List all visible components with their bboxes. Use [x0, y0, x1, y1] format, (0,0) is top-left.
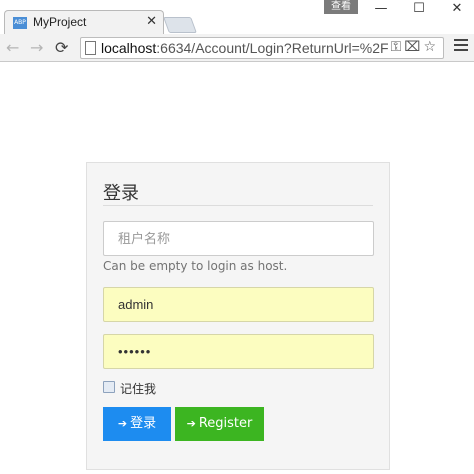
tab-close-icon[interactable]: ✕: [146, 14, 157, 29]
address-bar[interactable]: localhost:6634/Account/Login?ReturnUrl=%…: [80, 37, 444, 59]
key-translate-star-icons[interactable]: ⚿⌧☆: [391, 39, 439, 55]
user-badge[interactable]: 查看: [324, 0, 358, 14]
register-button-label: Register: [198, 416, 253, 431]
minimize-button[interactable]: —: [364, 0, 398, 18]
browser-tab[interactable]: ABP MyProject ✕: [4, 10, 164, 34]
browser-chrome: ABP MyProject ✕ 查看 — ☐ ✕ ← → ⟳ localhost…: [0, 0, 474, 62]
sign-in-icon: ➔: [117, 417, 128, 430]
login-card: 登录 租户名称 Can be empty to login as host. a…: [86, 162, 390, 470]
sign-in-icon: ➔: [186, 417, 196, 430]
url-host: localhost: [101, 40, 157, 56]
menu-icon[interactable]: [454, 39, 468, 53]
forward-arrow-icon[interactable]: →: [30, 39, 43, 57]
password-input[interactable]: ••••••: [103, 334, 374, 369]
browser-toolbar: ← → ⟳ localhost:6634/Account/Login?Retur…: [0, 34, 474, 62]
tab-title: MyProject: [33, 15, 87, 29]
login-title: 登录: [103, 183, 139, 204]
title-bar: ABP MyProject ✕ 查看 — ☐ ✕: [0, 0, 474, 34]
close-window-button[interactable]: ✕: [440, 0, 474, 18]
page-icon: [85, 41, 96, 55]
url-text[interactable]: localhost:6634/Account/Login?ReturnUrl=%…: [101, 40, 389, 56]
register-button[interactable]: ➔ Register: [175, 407, 264, 441]
reload-icon[interactable]: ⟳: [55, 39, 68, 57]
new-tab-button[interactable]: [163, 17, 197, 33]
login-button-label: 登录: [130, 416, 157, 431]
remember-me-label[interactable]: 记住我: [120, 380, 156, 397]
tenant-name-input[interactable]: 租户名称: [103, 221, 374, 256]
tenant-help-text: Can be empty to login as host.: [103, 259, 288, 273]
username-input[interactable]: admin: [103, 287, 374, 322]
abp-favicon-icon: ABP: [13, 17, 27, 29]
title-divider: [103, 205, 373, 206]
remember-me-checkbox[interactable]: [103, 381, 115, 393]
back-arrow-icon[interactable]: ←: [6, 39, 19, 57]
url-path: :6634/Account/Login?ReturnUrl=%2F: [156, 40, 389, 56]
maximize-button[interactable]: ☐: [402, 0, 436, 18]
login-button[interactable]: ➔ 登录: [103, 407, 171, 441]
